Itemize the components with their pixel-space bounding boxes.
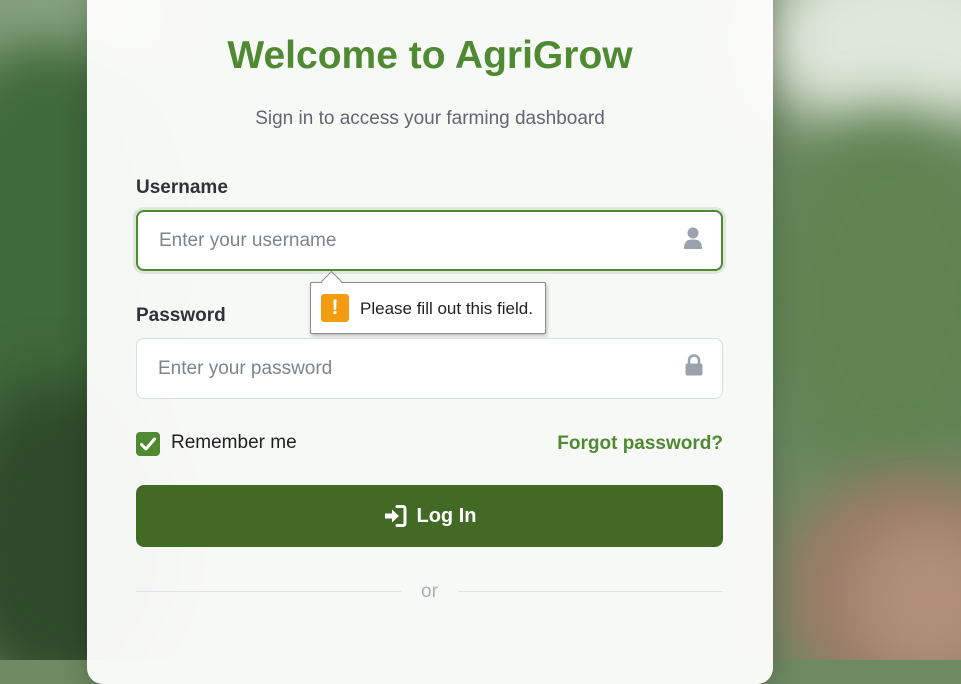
divider-label: or	[421, 581, 438, 602]
page-title: Welcome to AgriGrow	[227, 34, 633, 77]
page-subtitle: Sign in to access your farming dashboard	[255, 108, 605, 129]
user-icon	[684, 227, 702, 249]
sign-in-icon	[384, 505, 406, 527]
remember-checkbox[interactable]	[136, 432, 160, 456]
forgot-password-link[interactable]: Forgot password?	[557, 433, 723, 455]
lock-icon	[685, 354, 703, 376]
password-label: Password	[136, 305, 226, 326]
checkmark-icon	[140, 437, 156, 451]
divider-line-right	[458, 591, 723, 592]
divider: or	[136, 581, 723, 605]
password-input[interactable]	[137, 339, 658, 398]
validation-message: Please fill out this field.	[360, 299, 533, 318]
username-field[interactable]	[136, 210, 723, 271]
tooltip-arrow	[320, 270, 343, 293]
remember-label[interactable]: Remember me	[171, 432, 297, 454]
validation-tooltip: ! Please fill out this field.	[310, 270, 546, 334]
warning-icon: !	[321, 294, 349, 322]
username-label: Username	[136, 177, 228, 198]
password-field[interactable]	[136, 338, 723, 399]
username-input[interactable]	[138, 212, 659, 269]
login-label: Log In	[416, 504, 477, 527]
login-button[interactable]: Log In	[136, 485, 723, 547]
login-card: Welcome to AgriGrow Sign in to access yo…	[87, 0, 773, 684]
